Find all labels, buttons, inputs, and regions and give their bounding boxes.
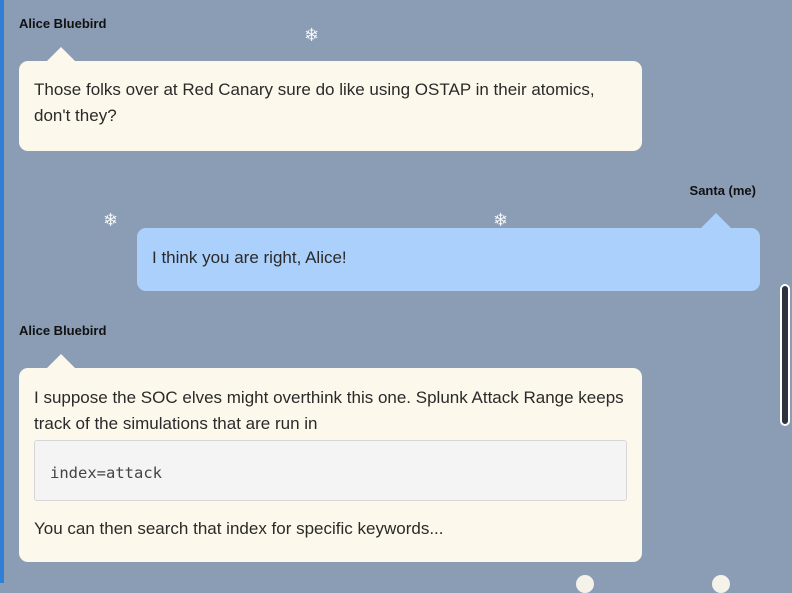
chat-transcript[interactable]: Alice Bluebird Those folks over at Red C… xyxy=(0,0,792,583)
snowflake-icon: ❄ xyxy=(493,210,509,230)
message-text: Those folks over at Red Canary sure do l… xyxy=(34,80,595,125)
message-text: I suppose the SOC elves might overthink … xyxy=(34,388,624,433)
message-sender-alice: Alice Bluebird xyxy=(19,323,107,338)
snowflake-icon: ❄ xyxy=(103,210,119,230)
scrollbar-thumb[interactable] xyxy=(780,284,790,426)
bubble-tail xyxy=(701,213,731,228)
message-sender-me: Santa (me) xyxy=(689,183,756,198)
message-bubble-me: I think you are right, Alice! xyxy=(137,228,760,291)
message-text: I think you are right, Alice! xyxy=(152,248,347,267)
bubble-tail xyxy=(46,354,76,369)
bubble-tail xyxy=(46,47,76,62)
message-bubble-alice: Those folks over at Red Canary sure do l… xyxy=(19,61,642,151)
snowflake-icon xyxy=(576,575,594,593)
message-sender-alice: Alice Bluebird xyxy=(19,16,107,31)
snowflake-icon: ❄ xyxy=(304,25,320,45)
code-block[interactable]: index=attack xyxy=(34,440,627,501)
code-text: index=attack xyxy=(50,464,162,482)
message-bubble-alice: I suppose the SOC elves might overthink … xyxy=(19,368,642,562)
message-text-after: You can then search that index for speci… xyxy=(34,519,444,538)
snowflake-icon xyxy=(712,575,730,593)
